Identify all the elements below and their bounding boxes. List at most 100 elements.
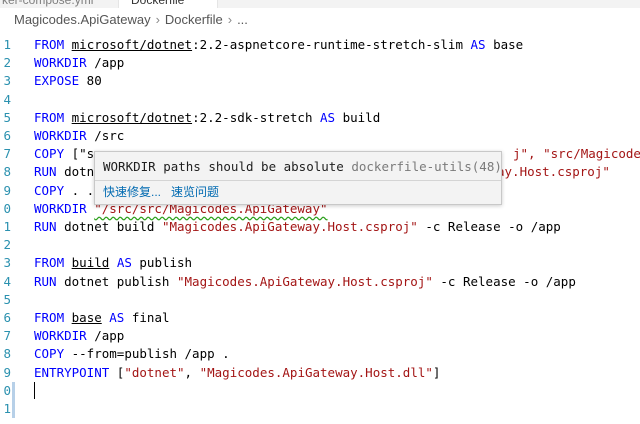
keyword: AS xyxy=(470,37,486,52)
line-code: RUN dotnet build "Magicodes.ApiGateway.H… xyxy=(34,218,561,236)
code-line: 8 COPY --from=publish /app . xyxy=(0,345,640,363)
image-reference: base xyxy=(71,310,102,325)
code-text: 80 xyxy=(79,73,102,89)
code-line: 5 xyxy=(0,291,640,309)
code-text: dotn xyxy=(56,164,95,180)
line-code: FROM microsoft/dotnet:2.2-aspnetcore-run… xyxy=(34,36,523,54)
code-text: /app xyxy=(86,55,125,71)
keyword: FROM xyxy=(34,255,65,271)
breadcrumb-file[interactable]: Dockerfile xyxy=(165,9,223,31)
line-number: 1 xyxy=(3,37,11,52)
line-code: COPY . . xyxy=(34,182,94,200)
line-number: 8 xyxy=(3,346,11,362)
code-text: final xyxy=(124,310,170,325)
code-text: dotnet publish xyxy=(56,273,177,289)
code-text: :2.2-aspnetcore-runtime-stretch-slim xyxy=(192,37,471,52)
code-line: 6 FROM base AS final xyxy=(0,309,640,327)
chevron-right-icon: › xyxy=(227,12,233,27)
line-number: 9 xyxy=(3,182,11,198)
code-line: 1 FROM microsoft/dotnet:2.2-aspnetcore-ru… xyxy=(0,36,640,54)
image-reference: microsoft/dotnet xyxy=(71,37,193,52)
code-text: build xyxy=(335,109,381,125)
code-line: 4 xyxy=(0,91,640,109)
keyword: COPY xyxy=(34,346,65,362)
line-number: 6 xyxy=(3,310,11,325)
code-line: 7 WORKDIR /app xyxy=(0,327,640,345)
code-text: /app xyxy=(86,328,125,344)
line-number: 9 xyxy=(3,364,11,380)
line-code: RUN dotn xyxy=(34,163,94,181)
peek-problem-link[interactable]: 速览问题 xyxy=(171,184,219,200)
line-number: 6 xyxy=(3,128,11,143)
keyword: RUN xyxy=(34,164,57,180)
line-code: ENTRYPOINT ["dotnet", "Magicodes.ApiGate… xyxy=(34,364,440,382)
string-literal: "Magicodes.ApiGateway.Host.dll" xyxy=(199,364,433,380)
line-number: 1 xyxy=(3,401,11,416)
line-code: WORKDIR /app xyxy=(34,327,124,345)
quick-fix-link[interactable]: 快速修复... xyxy=(103,184,161,200)
text-cursor xyxy=(34,381,35,399)
string-literal: "Magicodes.ApiGateway.Host.csproj" xyxy=(161,219,418,234)
line-code: WORKDIR /src xyxy=(34,127,124,145)
code-text: --from=publish /app . xyxy=(64,346,230,362)
string-literal: j", "src/Magicodes.Ap xyxy=(513,146,640,162)
code-line: 4 RUN dotnet publish "Magicodes.ApiGatewa… xyxy=(0,273,640,291)
code-line: 9 ENTRYPOINT ["dotnet", "Magicodes.ApiGat… xyxy=(0,364,640,382)
keyword: RUN xyxy=(34,219,57,234)
code-line: 3 EXPOSE 80 xyxy=(0,72,640,90)
string-literal: "Magicodes.ApiGateway.Host.csproj" xyxy=(177,273,433,289)
gutter-change-indicator xyxy=(12,381,15,419)
line-number: 3 xyxy=(3,255,11,271)
problem-hover-widget: WORKDIR paths should be absolute dockerf… xyxy=(94,151,502,205)
keyword: WORKDIR xyxy=(34,55,87,71)
keyword: COPY xyxy=(34,182,65,198)
tab-bar: ker-compose.yml Dockerfile xyxy=(0,0,640,8)
tab-dockerfile[interactable]: Dockerfile xyxy=(118,0,218,8)
code-text: publish xyxy=(131,255,193,271)
keyword: WORKDIR xyxy=(34,200,87,216)
keyword: EXPOSE xyxy=(34,73,80,89)
keyword: AS xyxy=(116,255,132,271)
code-text: dotnet build xyxy=(56,219,162,234)
tab-docker-compose[interactable]: ker-compose.yml xyxy=(2,0,93,8)
line-number: 4 xyxy=(3,91,11,107)
line-number: 0 xyxy=(3,382,11,398)
code-text: , xyxy=(184,364,200,380)
line-number: 5 xyxy=(3,109,11,125)
line-number: 2 xyxy=(3,237,11,253)
line-code: COPY ["s xyxy=(34,145,94,163)
hover-message-text: WORKDIR paths should be absolute xyxy=(103,159,352,174)
line-number: 7 xyxy=(3,328,11,344)
code-line: 5 FROM microsoft/dotnet:2.2-sdk-stretch A… xyxy=(0,109,640,127)
breadcrumb-folder[interactable]: Magicodes.ApiGateway xyxy=(14,9,151,31)
code-text: base xyxy=(485,37,524,52)
line-number: 5 xyxy=(3,291,11,307)
line-code: FROM build AS publish xyxy=(34,254,192,272)
line-number: 7 xyxy=(3,146,11,162)
code-text: ["s xyxy=(64,146,95,162)
code-text: . . xyxy=(64,182,95,198)
breadcrumb-more[interactable]: ... xyxy=(237,9,248,31)
code-line: 0 xyxy=(0,382,640,400)
keyword: FROM xyxy=(34,37,65,52)
hover-source: dockerfile-utils(48) xyxy=(351,159,502,174)
keyword: WORKDIR xyxy=(34,128,87,143)
line-code: EXPOSE 80 xyxy=(34,72,102,90)
code-line: 2 WORKDIR /app xyxy=(0,54,640,72)
string-literal: ay.Host.csproj" xyxy=(497,164,610,180)
code-line: 3 FROM build AS publish xyxy=(0,254,640,272)
keyword: WORKDIR xyxy=(34,328,87,344)
breadcrumb: Magicodes.ApiGateway › Dockerfile ›... xyxy=(0,9,640,31)
hover-actions: 快速修复... 速览问题 xyxy=(95,180,501,205)
code-text: /src xyxy=(86,128,125,143)
code-line: 1 RUN dotnet build "Magicodes.ApiGateway.… xyxy=(0,218,640,236)
code-text: -c Release -o /app xyxy=(432,273,576,289)
chevron-right-icon: › xyxy=(155,12,160,27)
code-text: ] xyxy=(432,364,441,380)
keyword: COPY xyxy=(34,146,65,162)
code-editor[interactable]: 1 FROM microsoft/dotnet:2.2-aspnetcore-ru… xyxy=(0,35,640,424)
code-line: 2 xyxy=(0,236,640,254)
